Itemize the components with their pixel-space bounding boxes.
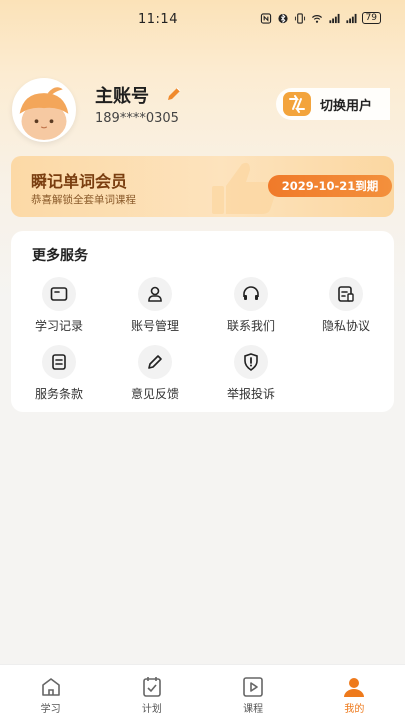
- plan-icon: [143, 677, 161, 697]
- service-report[interactable]: 举报投诉: [203, 345, 299, 405]
- status-bar: 11:14 79: [0, 0, 405, 38]
- avatar[interactable]: [12, 78, 76, 142]
- service-contact-us[interactable]: 联系我们: [203, 277, 299, 337]
- account-icon: [148, 286, 162, 302]
- tab-course[interactable]: 课程: [203, 665, 304, 720]
- tab-label: 学习: [40, 704, 61, 715]
- service-study-record[interactable]: 学习记录: [11, 277, 107, 337]
- play-icon: [243, 677, 263, 697]
- bluetooth-icon: [277, 13, 288, 23]
- vip-card[interactable]: 瞬记单词会员 恭喜解锁全套单词课程 2029-10-21到期: [11, 156, 394, 217]
- study-record-icon: [50, 287, 68, 301]
- tab-mine[interactable]: 我的: [304, 665, 405, 720]
- tab-label: 计划: [141, 704, 162, 715]
- service-label: 隐私协议: [321, 319, 370, 333]
- headset-icon: [243, 286, 259, 300]
- more-services-card: 更多服务 学习记录 账号管理 联系我们 隐私协议 服务条款 意见反馈 举报投诉: [11, 231, 394, 412]
- vibrate-icon: [294, 12, 305, 24]
- nfc-icon: [260, 12, 271, 24]
- avatar-face-icon: [14, 80, 74, 140]
- vip-title: 瞬记单词会员: [31, 172, 128, 191]
- home-icon: [41, 678, 60, 696]
- switch-user-button[interactable]: 切换用户: [276, 88, 390, 120]
- battery-indicator: 79: [361, 12, 381, 24]
- edit-name-icon[interactable]: [164, 84, 184, 104]
- service-account-manage[interactable]: 账号管理: [107, 277, 203, 337]
- service-feedback[interactable]: 意见反馈: [107, 345, 203, 405]
- pencil-icon: [148, 355, 162, 369]
- service-label: 意见反馈: [130, 387, 179, 401]
- signal-icon: [328, 13, 340, 23]
- bottom-tab-bar: 学习 计划 课程 我的: [0, 664, 405, 720]
- user-icon: [344, 678, 365, 697]
- account-phone: 189****0305: [95, 111, 179, 126]
- vip-expire-badge: 2029-10-21到期: [268, 175, 392, 197]
- tab-plan[interactable]: 计划: [101, 665, 202, 720]
- terms-doc-icon: [52, 354, 66, 370]
- switch-user-label: 切换用户: [320, 98, 373, 114]
- wifi-icon: [311, 14, 322, 23]
- signal-icon-2: [345, 13, 357, 23]
- privacy-doc-icon: [338, 286, 354, 302]
- tab-label: 我的: [344, 704, 365, 715]
- tab-study[interactable]: 学习: [0, 665, 101, 720]
- service-label: 服务条款: [34, 387, 83, 401]
- service-label: 联系我们: [226, 319, 275, 333]
- vip-subtitle: 恭喜解锁全套单词课程: [31, 194, 136, 206]
- status-time: 11:14: [138, 12, 178, 27]
- switch-user-icon: [283, 92, 311, 116]
- account-name: 主账号: [95, 86, 149, 107]
- service-label: 学习记录: [34, 319, 83, 333]
- tab-label: 课程: [243, 704, 264, 715]
- service-terms[interactable]: 服务条款: [11, 345, 107, 405]
- service-label: 账号管理: [130, 319, 179, 333]
- status-icons: 79: [260, 12, 381, 24]
- service-label: 举报投诉: [226, 387, 275, 401]
- shield-alert-icon: [244, 353, 258, 371]
- services-title: 更多服务: [32, 248, 88, 264]
- service-privacy[interactable]: 隐私协议: [298, 277, 394, 337]
